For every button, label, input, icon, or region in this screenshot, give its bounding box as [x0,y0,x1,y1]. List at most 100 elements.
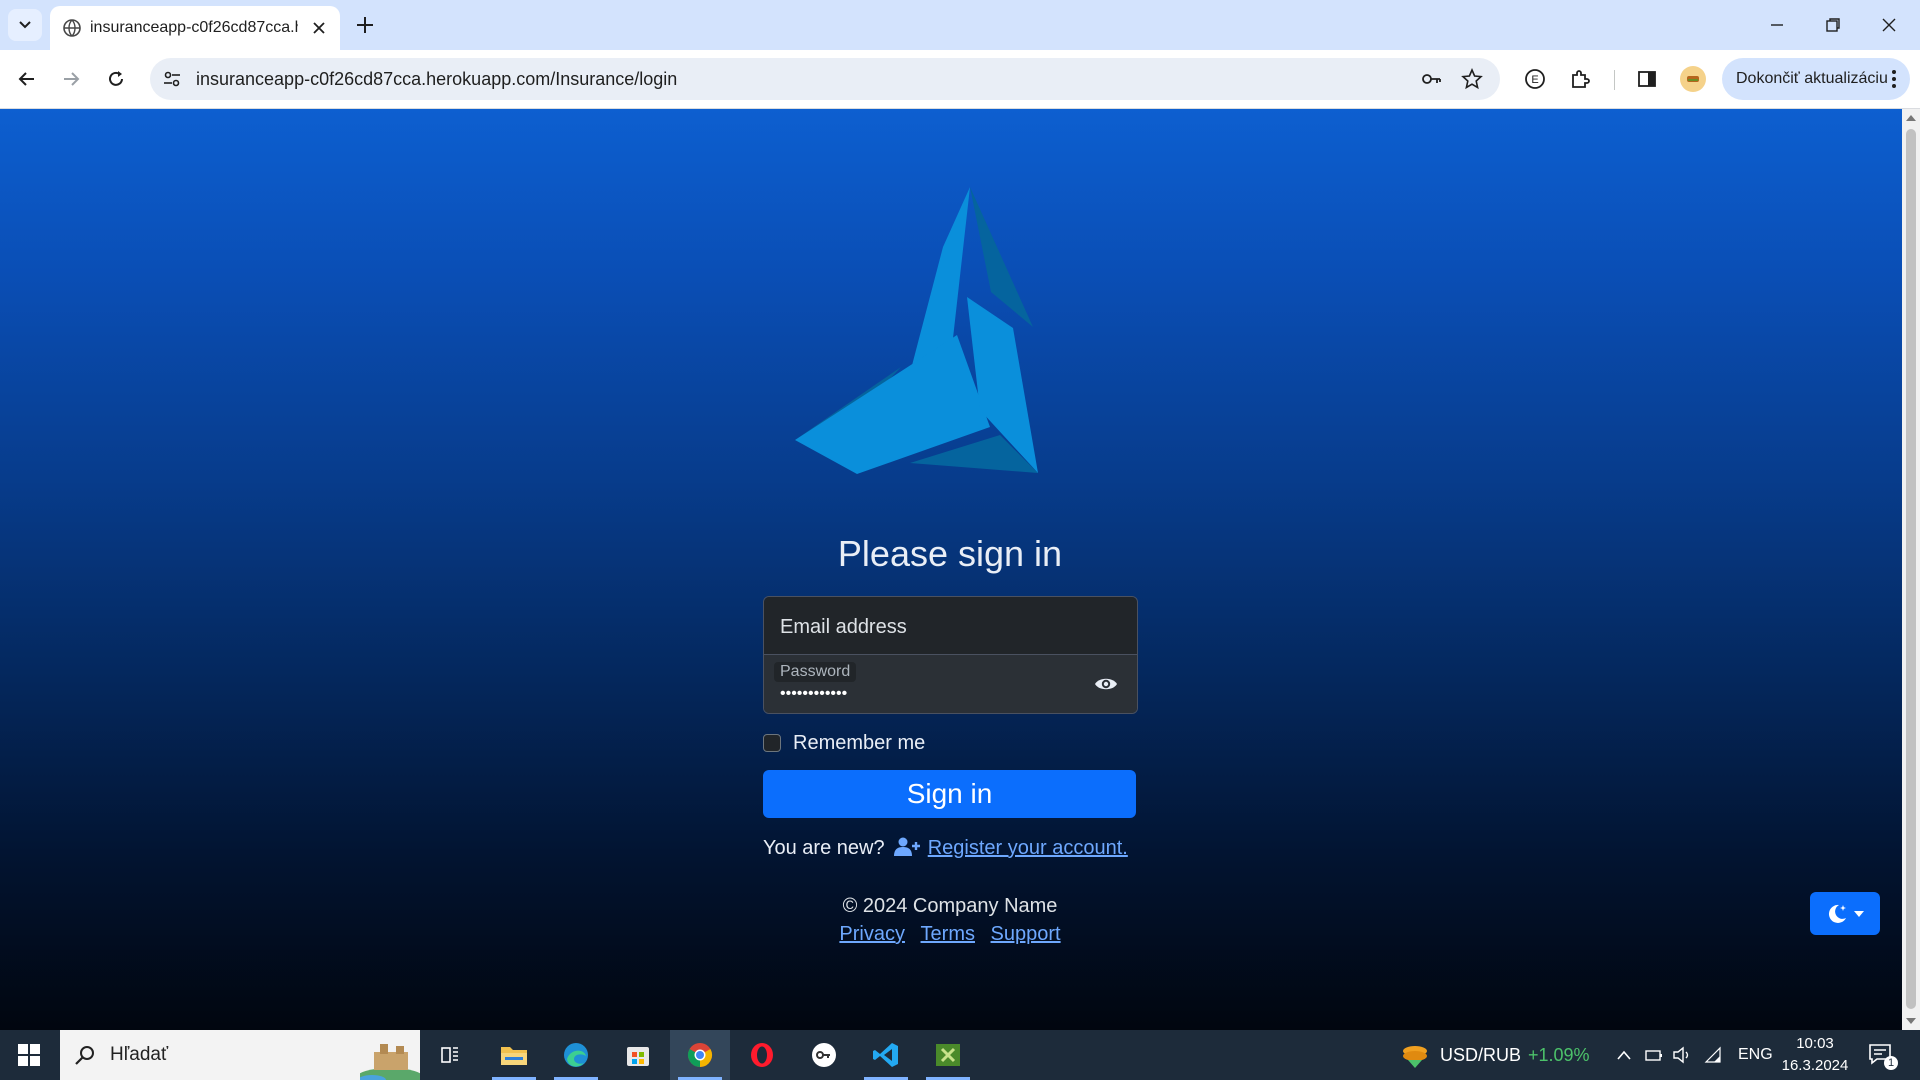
avatar-icon [1687,76,1699,82]
bookmark-star-icon[interactable] [1461,68,1483,90]
browser-tab-active[interactable]: insuranceapp-c0f26cd87cca.herokuapp.com [50,6,340,50]
extensions-button[interactable] [1567,66,1593,92]
task-view-icon [441,1047,458,1063]
side-panel-icon [1638,71,1656,87]
taskbar-search[interactable]: Hľadať [60,1030,420,1080]
chrome-icon [687,1043,713,1067]
opera-button[interactable] [732,1030,792,1080]
new-tab-icon[interactable] [354,14,376,36]
puzzle-icon [1572,70,1590,88]
forward-button[interactable] [58,66,84,92]
login-form: Email address Password •••••••••••• [763,596,1138,714]
privacy-link[interactable]: Privacy [839,923,905,945]
minimize-button[interactable] [1764,12,1790,38]
vscode-icon [873,1043,898,1067]
extension-circle-icon: E [1525,69,1545,89]
tab-search-button[interactable] [8,9,42,41]
search-highlight-castle-icon [360,1044,420,1080]
close-tab-icon[interactable] [310,19,328,37]
store-icon [627,1047,649,1066]
restore-icon [1826,18,1840,32]
email-field[interactable]: Email address [764,597,1137,655]
terms-link[interactable]: Terms [921,923,975,945]
reload-icon [109,71,123,86]
moon-stars-icon [1828,904,1846,923]
copyright-text: © 2024 Company Name [842,895,1058,917]
site-settings-icon[interactable] [162,69,182,89]
side-panel-button[interactable] [1634,66,1660,92]
remember-me-label: Remember me [793,732,926,754]
footer-links: Privacy Terms Support [700,923,1200,946]
wifi-icon[interactable] [1704,1046,1724,1064]
email-placeholder: Email address [780,616,907,638]
coins-icon[interactable] [1400,1042,1430,1070]
extension-circle-button[interactable]: E [1522,66,1548,92]
url-text[interactable]: insuranceapp-c0f26cd87cca.herokuapp.com/… [196,69,677,90]
ticker-label[interactable]: USD/RUB [1440,1045,1521,1066]
edge-icon [564,1043,588,1067]
page-viewport: Please sign in Email address Password ••… [0,109,1902,1030]
more-menu-icon [1892,70,1896,88]
update-button-label: Dokončiť aktualizáciu [1736,70,1888,87]
support-link[interactable]: Support [991,923,1061,945]
ticker-change: +1.09% [1528,1045,1590,1065]
scroll-down-arrow[interactable] [1906,1018,1916,1024]
edge-button[interactable] [546,1030,606,1080]
close-window-button[interactable] [1876,12,1902,38]
restore-button[interactable] [1820,12,1846,38]
eye-icon[interactable] [1094,674,1118,694]
company-logo [795,187,1038,474]
browser-tab-strip: insuranceapp-c0f26cd87cca.herokuapp.com [0,0,1920,50]
page-title: Please sign in [837,533,1063,574]
register-prompt: You are new? [763,837,885,859]
reload-button[interactable] [103,66,129,92]
browser-toolbar: insuranceapp-c0f26cd87cca.herokuapp.com/… [0,50,1920,109]
windows-taskbar: Hľadať USD/RUB +1.09% ENG 10:03 16.3.202… [0,1030,1920,1080]
minimize-icon [1771,24,1783,26]
scroll-thumb[interactable] [1906,129,1916,1009]
notification-center-button[interactable]: 1 [1868,1043,1898,1070]
password-field[interactable]: Password •••••••••••• [764,655,1137,713]
theme-toggle-button[interactable] [1810,892,1880,935]
scroll-up-arrow[interactable] [1906,115,1916,121]
toolbar-separator [1614,70,1615,90]
language-indicator[interactable]: ENG [1738,1046,1773,1064]
arrow-right-icon [64,72,80,86]
store-button[interactable] [608,1030,668,1080]
profile-avatar[interactable] [1680,66,1706,92]
password-label: Password [774,662,857,682]
back-button[interactable] [14,66,40,92]
sign-in-button[interactable]: Sign in [763,770,1136,818]
chevron-up-icon[interactable] [1616,1048,1632,1062]
chrome-button[interactable] [670,1030,730,1080]
register-line: You are new? Register your account. [763,837,1128,863]
vscode-button[interactable] [856,1030,916,1080]
volume-icon[interactable] [1672,1046,1692,1064]
chevron-down-icon [19,21,31,29]
register-link[interactable]: Register your account. [928,837,1128,859]
file-explorer-button[interactable] [484,1030,544,1080]
page-scrollbar[interactable] [1902,109,1920,1030]
search-icon [75,1046,94,1065]
update-button[interactable]: Dokončiť aktualizáciu [1722,58,1910,100]
caret-down-icon [1854,910,1864,917]
spreadsheet-app-button[interactable] [918,1030,978,1080]
remember-me-checkbox[interactable] [763,734,781,752]
notification-count-badge: 1 [1884,1056,1898,1070]
task-view-button[interactable] [420,1030,480,1080]
close-icon [1882,18,1896,32]
folder-icon [501,1047,527,1065]
arrow-left-icon [18,72,34,86]
clock-time[interactable]: 10:03 [1780,1035,1850,1052]
tab-title: insuranceapp-c0f26cd87cca.herokuapp.com [90,19,298,36]
battery-icon[interactable] [1644,1047,1664,1063]
user-plus-icon [894,837,921,856]
svg-text:E: E [1531,74,1538,86]
key-icon[interactable] [1420,68,1442,90]
opera-icon [751,1043,773,1067]
address-bar[interactable]: insuranceapp-c0f26cd87cca.herokuapp.com/… [150,58,1500,100]
globe-icon [63,19,81,37]
vpn-app-button[interactable] [794,1030,854,1080]
clock-date[interactable]: 16.3.2024 [1780,1057,1850,1074]
windows-start-icon[interactable] [18,1044,40,1066]
